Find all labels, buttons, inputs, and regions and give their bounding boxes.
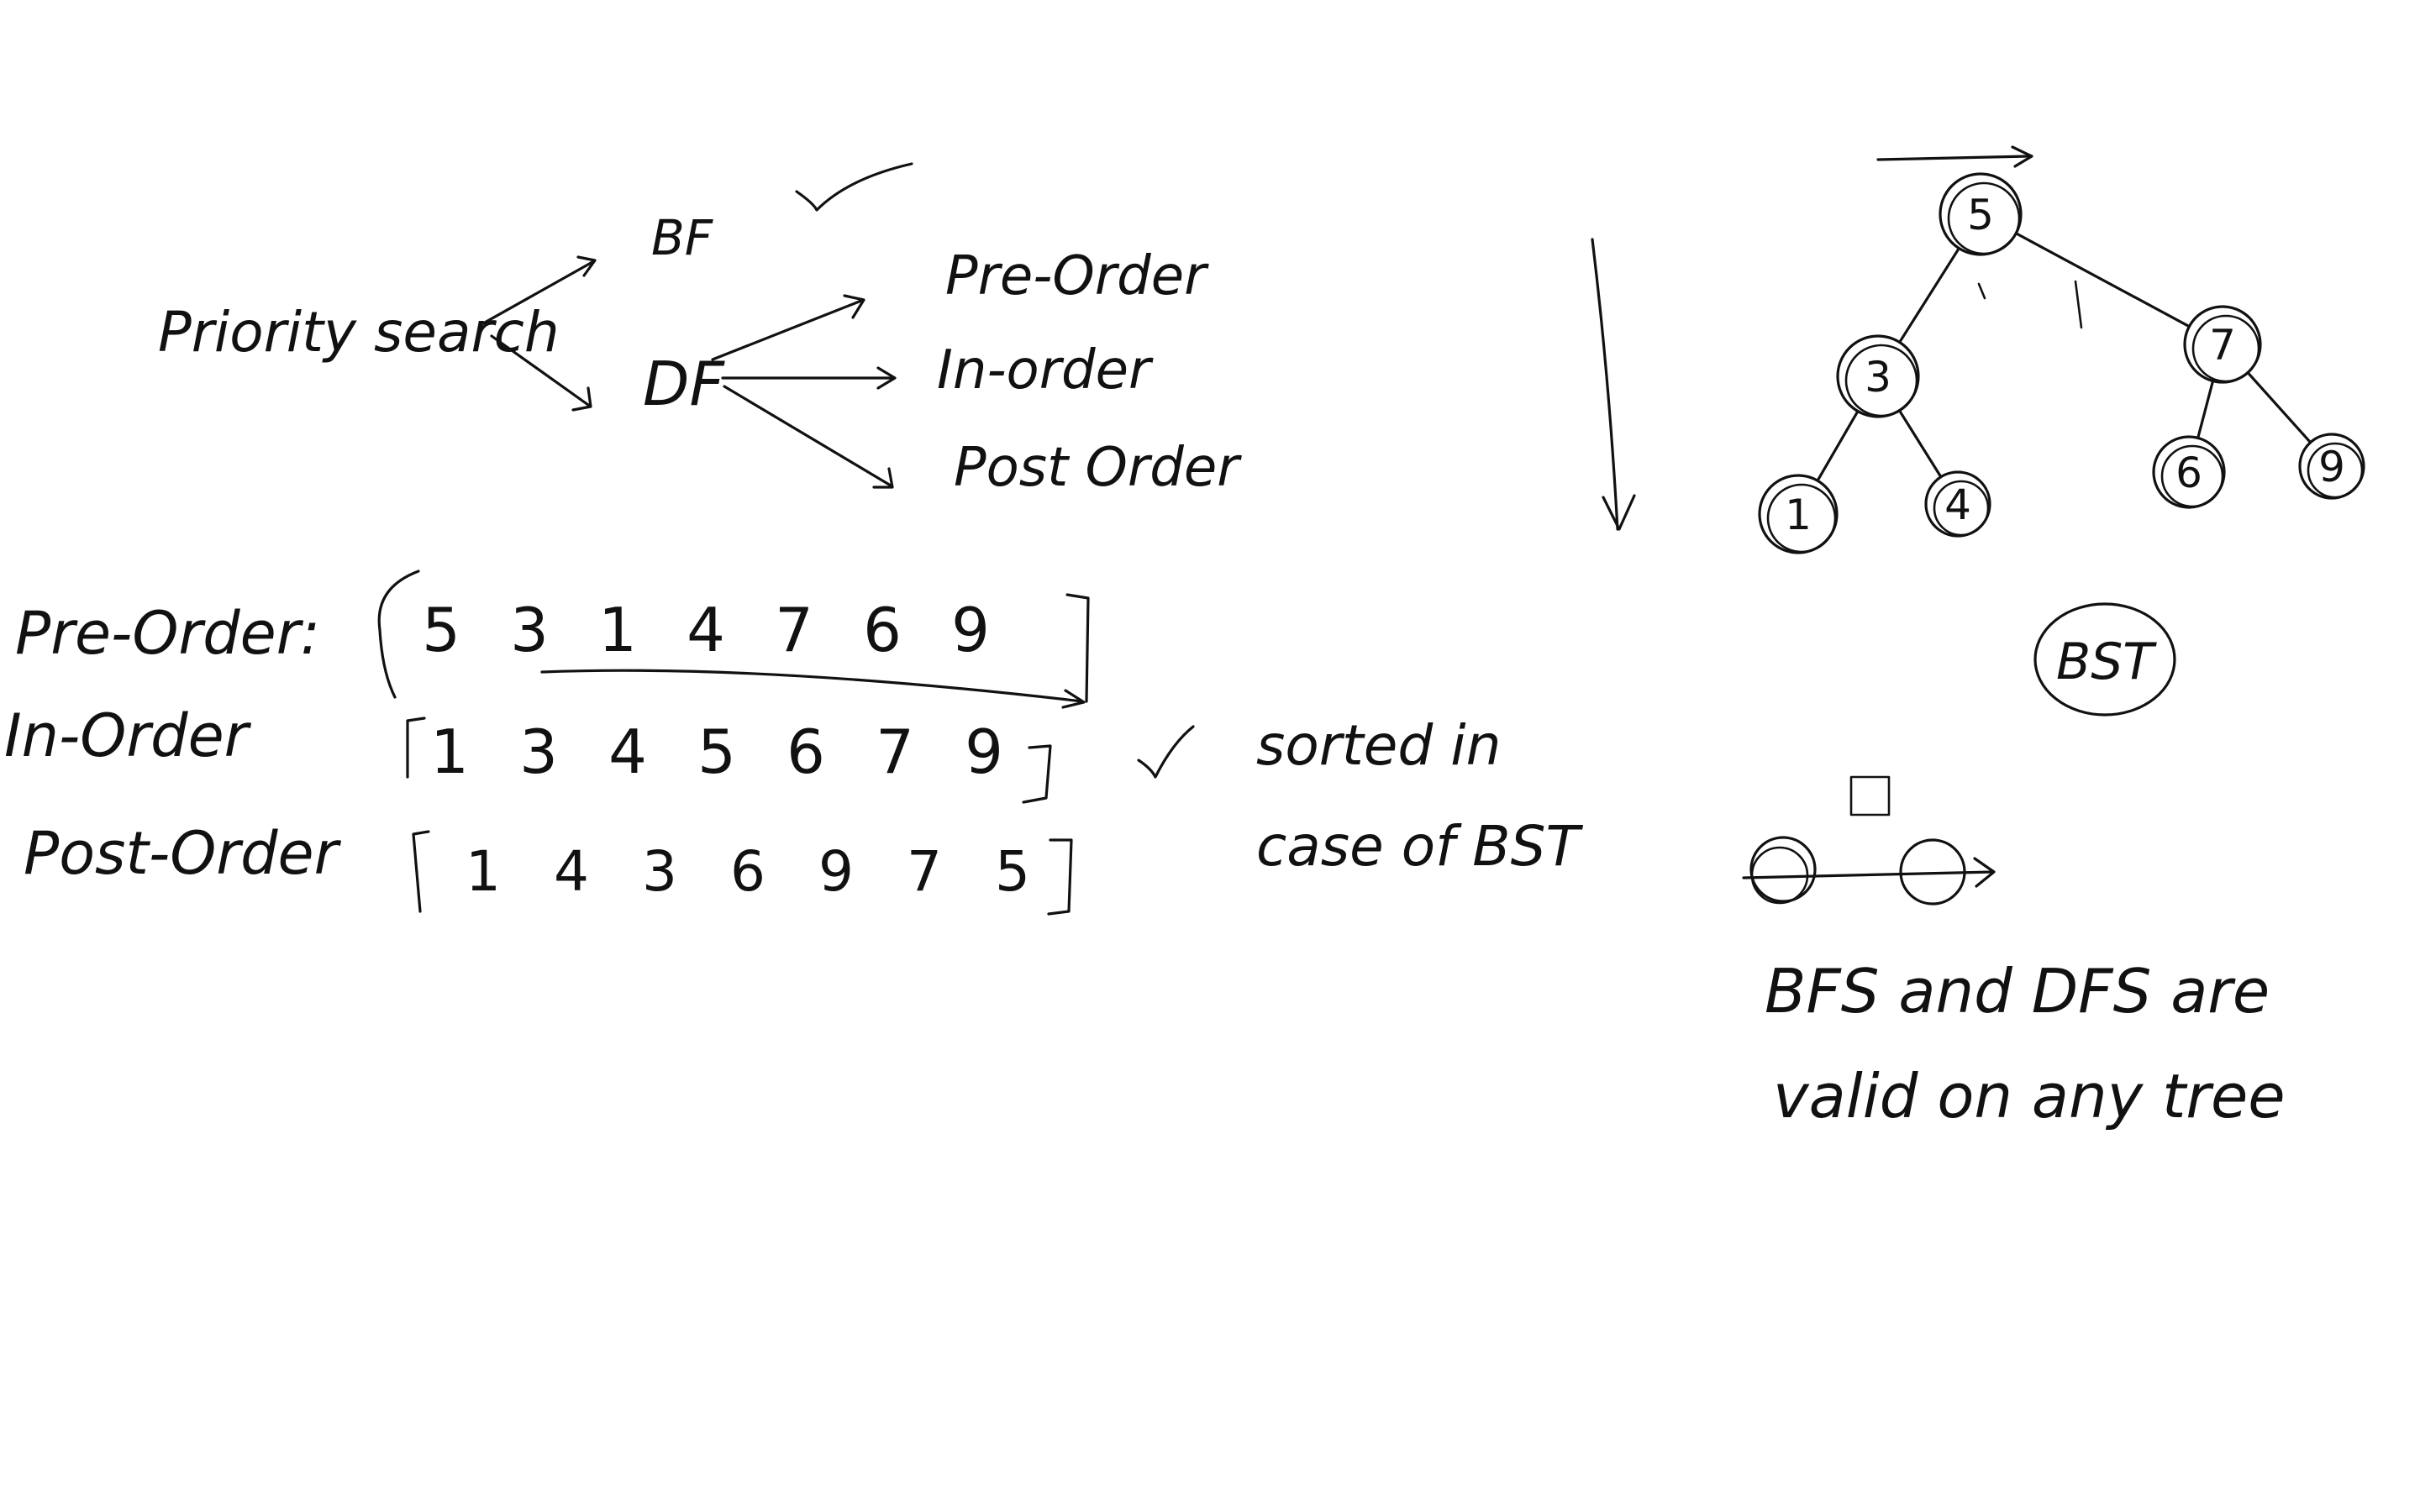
preorder-close-bracket xyxy=(1065,593,1090,703)
tree-edges xyxy=(1816,232,2312,482)
graph-edge-arrow xyxy=(1742,870,1995,879)
tree-edge xyxy=(1898,246,1960,344)
bf-label: BF xyxy=(651,209,714,266)
note-bottom-line2: valid on any tree xyxy=(1773,1061,2286,1131)
preorder-value: 3 xyxy=(510,595,549,665)
priority-search-label: Priority search xyxy=(158,300,560,365)
note-sorted-line2: case of BST xyxy=(1256,814,1583,879)
postorder-value: 5 xyxy=(995,839,1030,904)
tree-node-label: 1 xyxy=(1785,491,1812,539)
preorder-value: 7 xyxy=(775,595,813,665)
tree-top-arrow xyxy=(1876,155,2031,161)
postorder-row-label: Post-Order xyxy=(24,819,342,888)
note-bottom-line1: BFS and DFS are xyxy=(1765,956,2270,1026)
inorder-value: 5 xyxy=(697,717,736,787)
order-preorder: Pre-Order xyxy=(945,245,1209,307)
tree-edge xyxy=(2246,370,2312,444)
tree-edge xyxy=(2196,379,2215,439)
tree-node: 6 xyxy=(2152,435,2226,509)
postorder-close-bracket xyxy=(1047,838,1073,916)
tree-edge xyxy=(2014,232,2191,328)
preorder-row-label: Pre-Order: xyxy=(15,599,320,668)
tree-node: 4 xyxy=(1924,470,1991,538)
postorder-value: 6 xyxy=(730,839,765,904)
arrow-to-preorder xyxy=(711,299,863,361)
preorder-value: 6 xyxy=(863,595,902,665)
downward-arrow xyxy=(1591,238,1619,531)
inorder-value: 3 xyxy=(519,717,558,787)
tree-node: 1 xyxy=(1758,474,1839,554)
postorder-value: 3 xyxy=(642,839,677,904)
preorder-underline xyxy=(540,669,1084,703)
note-sorted-line1: sorted in xyxy=(1256,713,1501,778)
checkmark-inorder xyxy=(1137,725,1195,779)
arrow-to-postorder xyxy=(723,385,892,487)
tree-node-label: 5 xyxy=(1967,191,1994,239)
tree-node-label: 6 xyxy=(2175,449,2202,497)
inorder-value: 1 xyxy=(430,717,469,787)
inorder-value: 7 xyxy=(876,717,914,787)
preorder-values: 5314769 xyxy=(422,595,990,665)
preorder-value: 4 xyxy=(687,595,725,665)
tree-node-label: 7 xyxy=(2209,321,2236,370)
preorder-value: 5 xyxy=(422,595,460,665)
tree-edge xyxy=(1816,409,1860,482)
inorder-value: 4 xyxy=(608,717,647,787)
postorder-value: 1 xyxy=(466,839,501,904)
postorder-value: 9 xyxy=(818,839,854,904)
tree-node-label: 4 xyxy=(1944,480,1971,529)
inorder-value: 9 xyxy=(965,717,1003,787)
inorder-open-bracket xyxy=(406,717,426,779)
tree-node: 5 xyxy=(1939,172,2023,256)
order-postorder: Post Order xyxy=(954,437,1242,499)
tree-node: 7 xyxy=(2183,305,2262,384)
downward-arrowhead xyxy=(1602,494,1636,531)
tree-tick-marks xyxy=(1977,280,2083,329)
tree-nodes: 5 3 7 1 4 6 9 xyxy=(1758,172,2365,554)
preorder-open-bracket xyxy=(377,570,420,699)
inorder-value: 6 xyxy=(786,717,825,787)
inorder-close-bracket xyxy=(1022,744,1052,804)
whiteboard-canvas: Priority search BF DF Pre-Order In-order… xyxy=(4,145,2365,1131)
checkmark-bf xyxy=(795,162,913,212)
preorder-value: 1 xyxy=(598,595,637,665)
order-inorder: In-order xyxy=(937,339,1154,402)
postorder-value: 7 xyxy=(907,839,942,904)
postorder-values: 1436975 xyxy=(466,839,1030,904)
preorder-value: 9 xyxy=(951,595,990,665)
bst-label: BST xyxy=(2056,633,2157,691)
inorder-values: 1345679 xyxy=(430,717,1003,787)
tree-node-label: 3 xyxy=(1865,353,1891,402)
tree-edge xyxy=(1897,409,1943,479)
tree-node: 3 xyxy=(1836,334,1920,418)
postorder-open-bracket xyxy=(412,830,430,913)
small-square-mark xyxy=(1849,775,1891,816)
inorder-row-label: In-Order xyxy=(4,701,252,770)
tree-node: 9 xyxy=(2298,433,2365,500)
postorder-value: 4 xyxy=(554,839,589,904)
tree-node-label: 9 xyxy=(2318,443,2345,491)
